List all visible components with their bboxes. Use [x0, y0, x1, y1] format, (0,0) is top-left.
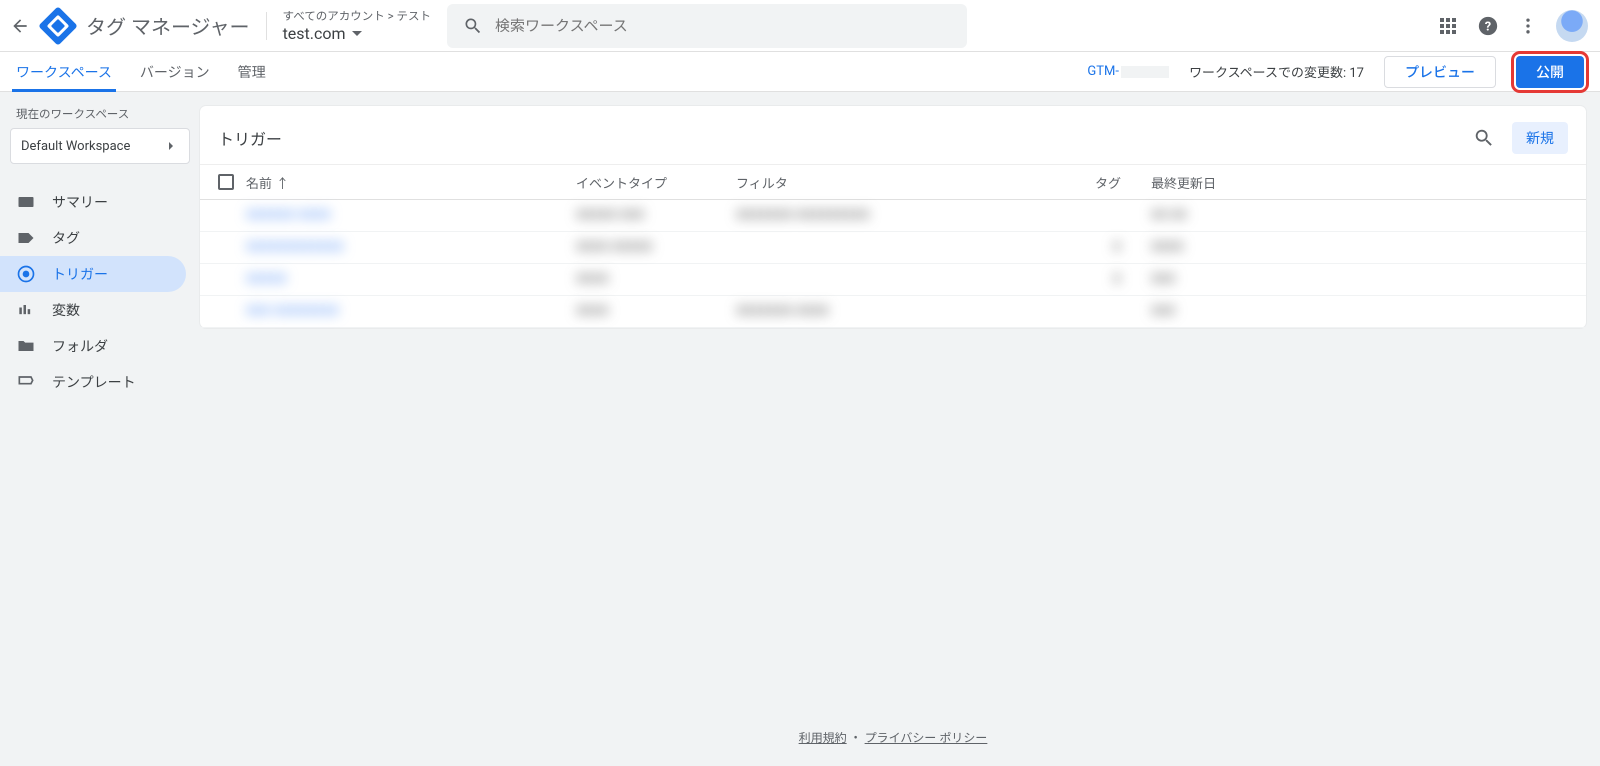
table-row[interactable]: XXXXXX XXXXXXXXX XXXXXXXXXX XXXXXXXXXXX …	[200, 200, 1586, 232]
account-selector[interactable]: すべてのアカウント > テスト test.com	[283, 8, 431, 43]
card-title: トリガー	[218, 126, 282, 150]
caret-down-icon	[352, 29, 362, 39]
new-trigger-button[interactable]: 新規	[1512, 122, 1568, 154]
table-row[interactable]: XXXXXXXXXXXXXXXX XXXXXXXXXX	[200, 232, 1586, 264]
more-vert-icon	[1518, 16, 1538, 36]
sidebar-item-summary[interactable]: サマリー	[0, 184, 186, 220]
sidebar-item-label: テンプレート	[52, 372, 136, 392]
trigger-icon	[16, 264, 36, 284]
svg-text:?: ?	[1485, 19, 1491, 34]
sidebar-item-label: フォルダ	[52, 336, 108, 356]
tab-admin[interactable]: 管理	[238, 52, 266, 91]
tag-icon	[16, 228, 36, 248]
triggers-card: トリガー 新規 名前↑ イベントタイプ フィルタ タグ 最終更新日 XXXXXX…	[200, 106, 1586, 328]
preview-button[interactable]: プレビュー	[1384, 56, 1496, 88]
sidebar-item-label: トリガー	[52, 264, 108, 284]
back-arrow[interactable]	[8, 14, 32, 38]
apps-icon	[1440, 18, 1456, 34]
variable-icon	[16, 300, 36, 320]
top-header: タグ マネージャー すべてのアカウント > テスト test.com ?	[0, 0, 1600, 52]
select-all-checkbox[interactable]	[218, 174, 234, 190]
template-icon	[16, 372, 36, 392]
table-row[interactable]: XXX XXXXXXXXXXXXXXXXXXX XXXXXXX	[200, 296, 1586, 328]
tab-workspace[interactable]: ワークスペース	[16, 52, 112, 91]
search-icon	[463, 16, 483, 36]
chevron-right-icon	[163, 138, 179, 154]
dashboard-icon	[16, 192, 36, 212]
account-path: すべてのアカウント > テスト	[283, 8, 431, 24]
help-button[interactable]: ?	[1476, 14, 1500, 38]
divider	[266, 12, 267, 40]
search-icon	[1473, 127, 1495, 149]
container-id[interactable]: GTM-	[1087, 64, 1169, 79]
publish-button[interactable]: 公開	[1516, 56, 1584, 88]
avatar[interactable]	[1556, 10, 1588, 42]
col-name[interactable]: 名前↑	[246, 173, 576, 192]
gtm-logo-icon	[38, 6, 78, 46]
card-search-button[interactable]	[1472, 126, 1496, 150]
workspace-name: Default Workspace	[21, 139, 130, 154]
col-filter[interactable]: フィルタ	[736, 173, 1066, 192]
more-button[interactable]	[1516, 14, 1540, 38]
sidebar: 現在のワークスペース Default Workspace サマリー タグ トリガ…	[0, 92, 200, 766]
sort-asc-icon: ↑	[276, 173, 289, 192]
account-name: test.com	[283, 24, 346, 43]
workspace-label: 現在のワークスペース	[0, 106, 200, 128]
table-row[interactable]: XXXXXXXXXXXXX	[200, 264, 1586, 296]
apps-button[interactable]	[1436, 14, 1460, 38]
col-event[interactable]: イベントタイプ	[576, 173, 736, 192]
col-tag[interactable]: タグ	[1066, 173, 1121, 192]
table-header: 名前↑ イベントタイプ フィルタ タグ 最終更新日	[200, 164, 1586, 200]
privacy-link[interactable]: プライバシー ポリシー	[865, 731, 988, 745]
search-input[interactable]	[495, 17, 951, 35]
sidebar-item-variables[interactable]: 変数	[0, 292, 186, 328]
sidebar-item-label: サマリー	[52, 192, 108, 212]
arrow-left-icon	[10, 16, 30, 36]
app-title: タグ マネージャー	[86, 11, 250, 40]
sidebar-item-label: タグ	[52, 228, 80, 248]
folder-icon	[16, 336, 36, 356]
workspace-selector[interactable]: Default Workspace	[10, 128, 190, 164]
footer: 利用規約 ・ プライバシー ポリシー	[200, 709, 1586, 766]
sidebar-item-label: 変数	[52, 300, 80, 320]
sidebar-item-tags[interactable]: タグ	[0, 220, 186, 256]
sub-header: ワークスペース バージョン 管理 GTM- ワークスペースでの変更数: 17 プ…	[0, 52, 1600, 92]
tab-version[interactable]: バージョン	[140, 52, 210, 91]
sidebar-item-triggers[interactable]: トリガー	[0, 256, 186, 292]
sidebar-item-templates[interactable]: テンプレート	[0, 364, 186, 400]
terms-link[interactable]: 利用規約	[799, 731, 847, 745]
search-box[interactable]	[447, 4, 967, 48]
col-date[interactable]: 最終更新日	[1121, 173, 1568, 192]
help-icon: ?	[1477, 15, 1499, 37]
changes-count[interactable]: ワークスペースでの変更数: 17	[1189, 62, 1364, 81]
sidebar-item-folders[interactable]: フォルダ	[0, 328, 186, 364]
